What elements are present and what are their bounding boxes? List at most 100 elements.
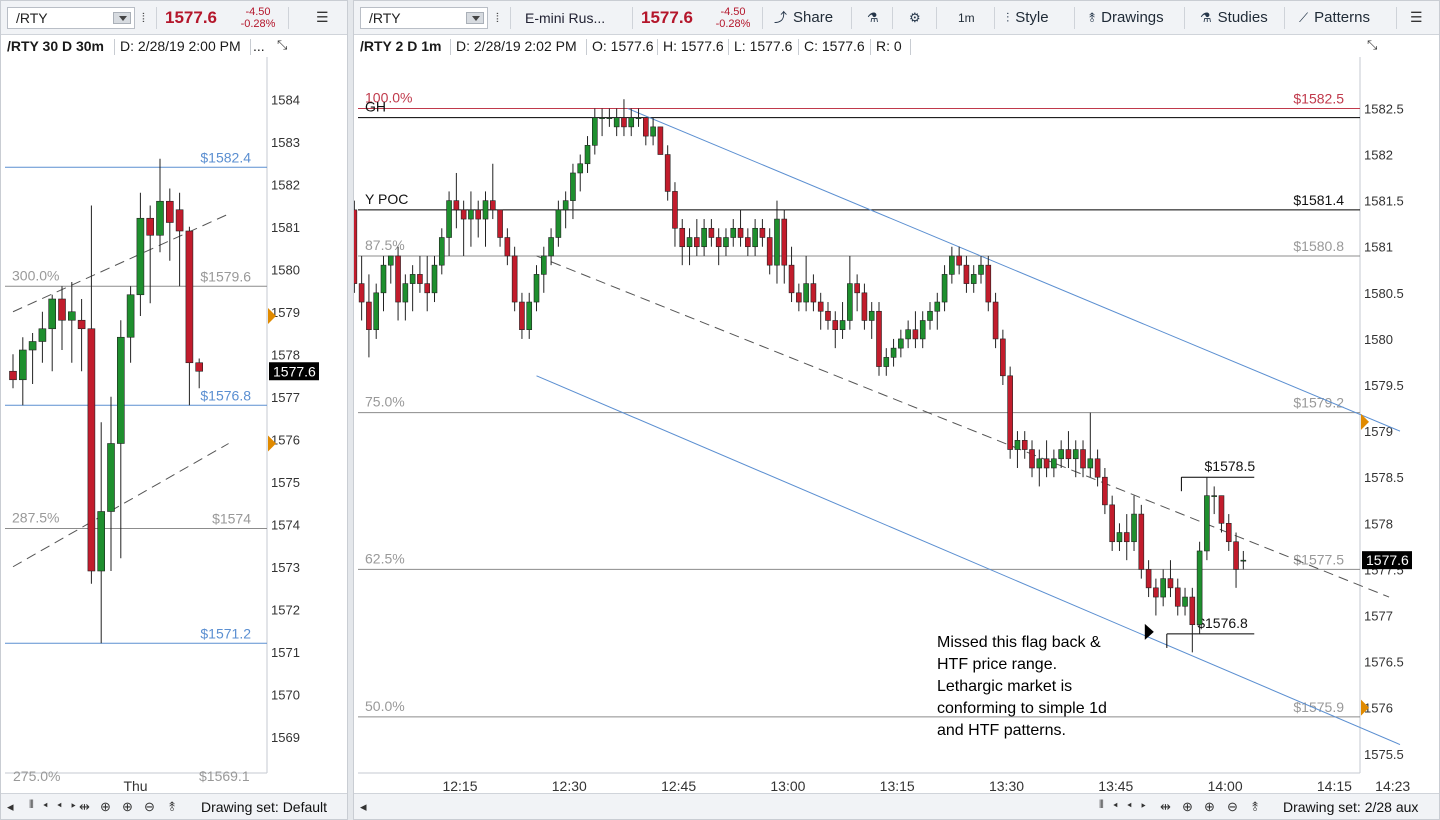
annotation-text-line: Lethargic market is bbox=[937, 678, 1072, 695]
candle-down bbox=[985, 264, 992, 303]
right-zoom-in-icon[interactable]: ⊕ bbox=[1204, 799, 1215, 815]
y-tick-label: 1570 bbox=[271, 687, 300, 702]
right-scroll-left-icon[interactable]: ◂ bbox=[360, 799, 367, 815]
y-tick-label: 1577 bbox=[271, 390, 300, 405]
candle-up bbox=[540, 255, 547, 275]
candle-up bbox=[18, 349, 27, 381]
left-chart-canvas[interactable]: 1584 1583 1582 1581 1580 1579 1578 1577 1576 1575… bbox=[1, 1, 348, 795]
y-tick-label: 1575 bbox=[271, 475, 300, 490]
candle-down bbox=[175, 209, 184, 232]
candle-down bbox=[810, 283, 817, 303]
candle-down bbox=[1065, 449, 1072, 460]
y-tick-label: 1578 bbox=[1364, 516, 1393, 531]
partial-level-label: 275.0% bbox=[13, 768, 60, 784]
candle-up bbox=[978, 264, 984, 275]
candle-up bbox=[613, 117, 620, 128]
candle-up bbox=[555, 209, 562, 238]
candle-down bbox=[1233, 541, 1239, 570]
channel-line bbox=[627, 107, 1401, 432]
y-tick-label: 1582 bbox=[271, 177, 300, 192]
candle-up bbox=[38, 328, 47, 342]
left-expand-icon[interactable]: ⇹ bbox=[79, 799, 90, 815]
right-expand-icon[interactable]: ⇹ bbox=[1160, 799, 1171, 815]
candle-up bbox=[409, 274, 416, 284]
left-scroll-controls[interactable]: ⦀ ◂ ◂ ▸ bbox=[29, 799, 79, 812]
left-drawing-set[interactable]: Drawing set: Default bbox=[201, 799, 327, 815]
left-drawing-tool-icon[interactable]: ⥉ bbox=[169, 799, 175, 815]
y-tick-label: 1576 bbox=[271, 432, 300, 447]
candle-up bbox=[68, 311, 76, 321]
left-scroll-left-icon[interactable]: ◂ bbox=[7, 799, 14, 815]
level-name-label: 75.0% bbox=[365, 394, 405, 410]
candle-down bbox=[146, 217, 154, 236]
x-tick-label: 12:45 bbox=[661, 778, 696, 794]
candle-down bbox=[715, 237, 722, 248]
candle-down bbox=[737, 227, 744, 238]
candle-down bbox=[912, 329, 919, 340]
y-tick-label: 1580 bbox=[1364, 332, 1393, 347]
candle-up bbox=[380, 264, 387, 294]
level-price-label: $1576.8 bbox=[200, 387, 251, 403]
y-tick-label: 1581 bbox=[1364, 240, 1393, 255]
candle-up bbox=[949, 255, 955, 275]
candle-up bbox=[48, 298, 57, 330]
candle-up bbox=[136, 217, 145, 296]
candle-down bbox=[1043, 458, 1050, 469]
right-bottom-bar: ◂ ⦀ ◂ ◂ ▸ ⇹ ⊕ ⊕ ⊖ ⥉ Drawing set: 2/28 au… bbox=[354, 793, 1439, 819]
candle-down bbox=[504, 237, 511, 257]
level-name-label: 300.0% bbox=[12, 267, 59, 283]
partial-level-label: $1569.1 bbox=[199, 768, 250, 784]
candle-down bbox=[694, 237, 700, 248]
candle-up bbox=[468, 209, 474, 220]
candle-up bbox=[898, 338, 904, 349]
x-tick-label: 13:45 bbox=[1098, 778, 1133, 794]
candle-down bbox=[1094, 458, 1101, 478]
candle-down bbox=[861, 292, 868, 321]
candle-up bbox=[919, 320, 926, 340]
candle-down bbox=[354, 209, 358, 284]
right-zoom-out-icon[interactable]: ⊖ bbox=[1227, 799, 1238, 815]
candle-down bbox=[963, 264, 970, 284]
y-tick-label: 1573 bbox=[271, 560, 300, 575]
dashed-trend-line bbox=[536, 255, 1390, 598]
y-tick-label: 1574 bbox=[271, 517, 300, 532]
level-price-label: $1579.6 bbox=[200, 268, 251, 284]
left-zoom-out-icon[interactable]: ⊖ bbox=[144, 799, 155, 815]
candle-up bbox=[941, 274, 948, 303]
candle-up bbox=[1182, 596, 1188, 607]
candle-up bbox=[562, 200, 569, 211]
candle-down bbox=[77, 319, 86, 330]
candle-up bbox=[730, 227, 737, 238]
candle-down bbox=[1000, 338, 1006, 377]
level-name-label: GH bbox=[365, 99, 386, 115]
x-tick-label: 13:15 bbox=[880, 778, 915, 794]
candle-up bbox=[373, 292, 380, 330]
right-scroll-controls[interactable]: ⦀ ◂ ◂ ▸ bbox=[1099, 799, 1149, 812]
left-zoom-in-icon[interactable]: ⊕ bbox=[122, 799, 133, 815]
candle-up bbox=[1204, 495, 1210, 552]
right-drawing-tool-icon[interactable]: ⥉ bbox=[1252, 799, 1258, 815]
right-chart-canvas[interactable]: 1582.515821581.515811580.515801579.51579… bbox=[354, 1, 1440, 795]
x-tick-label: Thu bbox=[123, 778, 147, 794]
right-drawing-set[interactable]: Drawing set: 2/28 aux bbox=[1283, 799, 1418, 815]
left-crosshair-icon[interactable]: ⊕ bbox=[100, 799, 111, 815]
candle-up bbox=[438, 237, 445, 266]
candle-down bbox=[417, 274, 423, 284]
y-tick-label: 1581.5 bbox=[1364, 194, 1404, 209]
candle-up bbox=[752, 227, 758, 248]
candle-down bbox=[759, 227, 766, 238]
candle-down bbox=[1007, 375, 1013, 450]
right-crosshair-icon[interactable]: ⊕ bbox=[1182, 799, 1193, 815]
candle-down bbox=[1218, 495, 1225, 524]
candle-up bbox=[570, 172, 576, 201]
candle-down bbox=[1080, 449, 1086, 469]
y-tick-label: 1583 bbox=[271, 135, 300, 150]
short-level-label: $1576.8 bbox=[1197, 615, 1248, 631]
candle-up bbox=[431, 264, 438, 294]
short-level-label: $1578.5 bbox=[1205, 458, 1256, 474]
candle-up bbox=[650, 126, 656, 137]
x-tick-label: 12:15 bbox=[442, 778, 477, 794]
x-tick-label: 14:15 bbox=[1317, 778, 1352, 794]
candle-down bbox=[358, 283, 365, 303]
candle-down bbox=[672, 191, 678, 229]
